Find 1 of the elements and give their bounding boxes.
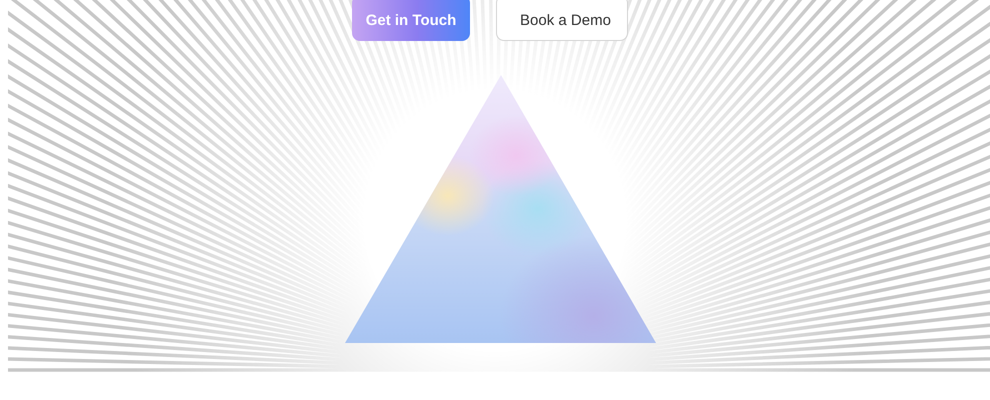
book-demo-button[interactable]: Book a Demo: [496, 0, 628, 41]
